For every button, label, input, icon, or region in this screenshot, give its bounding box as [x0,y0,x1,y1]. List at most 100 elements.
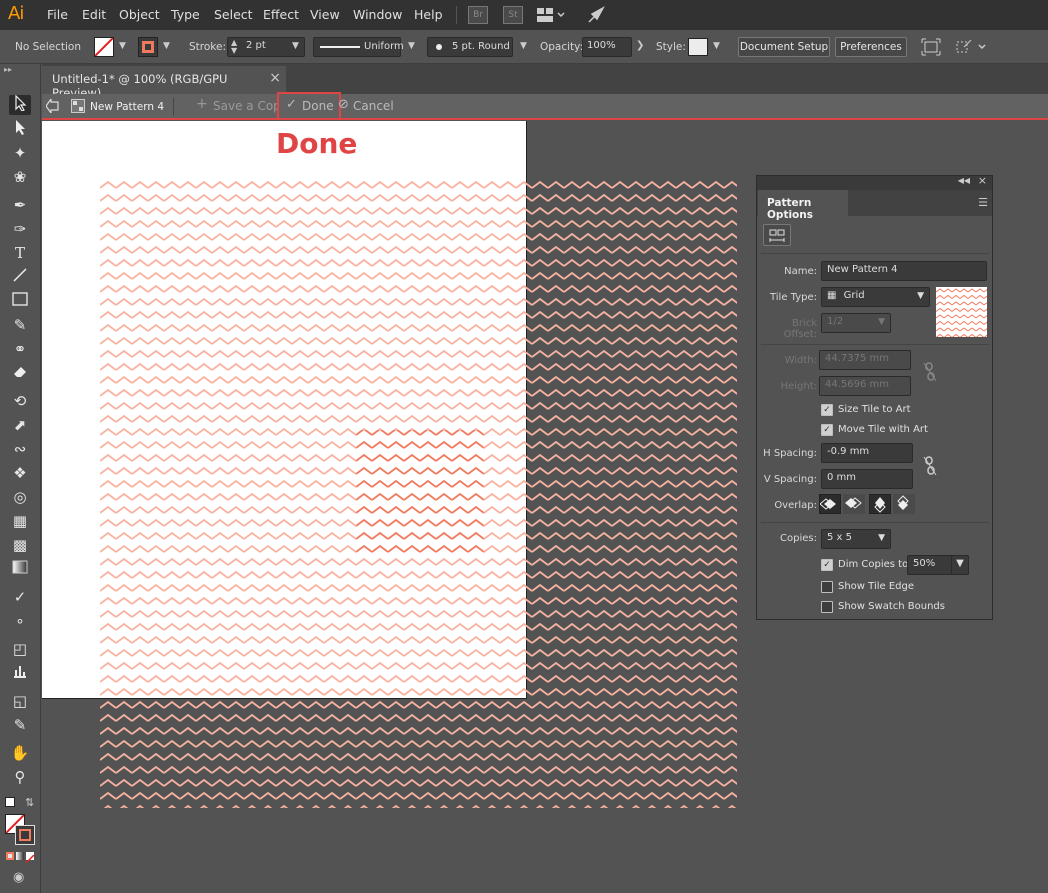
back-arrow-icon[interactable] [45,97,60,116]
menu-type[interactable]: Type [171,7,200,22]
link-dimensions-icon[interactable] [923,362,937,385]
draw-mode-icon[interactable]: ◉ [13,870,24,885]
stroke-color-icon[interactable] [15,825,35,845]
symbol-sprayer-tool-icon[interactable]: ◰ [9,639,31,659]
preferences-button[interactable]: Preferences [835,37,907,57]
collapse-toolbar-icon[interactable]: ▸▸ [4,65,12,74]
rotate-tool-icon[interactable]: ⟲ [9,391,31,411]
overlap-bottom-front-icon[interactable] [893,494,915,514]
menu-view[interactable]: View [310,7,340,22]
tile-type-dropdown[interactable]: ▦ Grid ▼ [821,287,930,307]
blend-tool-icon[interactable]: ∘ [9,611,31,631]
curvature-tool-icon[interactable]: ✑ [9,219,31,239]
panel-tab-pattern-options[interactable]: Pattern Options [758,190,848,221]
width-tool-icon[interactable]: ∾ [9,439,31,459]
link-spacing-icon[interactable] [923,456,937,479]
default-colors-icon[interactable] [5,797,15,807]
move-tile-with-art-checkbox[interactable]: ✓ [821,424,833,436]
save-a-copy-button[interactable]: Save a Copy [213,99,277,113]
profile-dropdown-icon[interactable]: ▼ [408,41,415,51]
menu-help[interactable]: Help [414,7,443,22]
collapse-panel-icon[interactable]: ◀◀ [958,176,970,185]
type-tool-icon[interactable]: T [9,243,31,263]
dim-copies-chevron-icon[interactable]: ▼ [951,555,969,575]
shape-builder-tool-icon[interactable]: ◎ [9,487,31,507]
opacity-arrow-icon[interactable]: ❯ [636,40,644,51]
brick-offset-dropdown[interactable]: 1/2 ▼ [821,313,891,333]
gradient-mode-icon[interactable] [16,852,24,860]
magic-wand-tool-icon[interactable]: ✦ [9,143,31,163]
column-graph-tool-icon[interactable] [9,663,31,683]
rocket-icon[interactable] [586,5,606,28]
stroke-weight-dropdown-icon[interactable]: ▼ [292,41,299,51]
stroke-swatch[interactable] [138,37,158,57]
document-tab[interactable]: Untitled-1* @ 100% (RGB/GPU Preview) × [42,66,286,100]
pattern-tile-tool-button[interactable] [763,224,791,246]
stock-button[interactable]: St [503,6,523,24]
align-to-selection-icon[interactable] [921,38,941,59]
h-spacing-field[interactable]: -0.9 mm [821,443,913,463]
direct-selection-tool-icon[interactable] [9,119,31,139]
menu-file[interactable]: File [47,7,68,22]
free-transform-tool-icon[interactable]: ❖ [9,463,31,483]
menu-window[interactable]: Window [353,7,402,22]
size-tile-to-art-checkbox[interactable]: ✓ [821,404,833,416]
panel-menu-icon[interactable]: ☰ [978,196,988,209]
close-panel-icon[interactable]: × [978,174,987,187]
bridge-button[interactable]: Br [468,6,488,24]
perspective-grid-tool-icon[interactable]: ▦ [9,511,31,531]
slice-tool-icon[interactable]: ✎ [9,715,31,735]
swap-colors-icon[interactable]: ⇅ [25,796,34,809]
style-dropdown-icon[interactable]: ▼ [713,41,720,51]
paintbrush-tool-icon[interactable]: ✎ [9,315,31,335]
show-swatch-bounds-checkbox[interactable] [821,601,833,613]
scale-tool-icon[interactable]: ⬈ [9,415,31,435]
menu-effect[interactable]: Effect [263,7,299,22]
rectangle-tool-icon[interactable] [9,291,31,311]
overlap-top-front-icon[interactable] [869,494,891,514]
selection-tool-icon[interactable] [9,94,31,115]
blob-brush-tool-icon[interactable]: ⚭ [9,339,31,359]
width-field[interactable]: 44.7375 mm [819,350,911,370]
fill-swatch[interactable] [94,37,114,57]
none-mode-icon[interactable] [25,852,35,864]
transform-icon[interactable] [954,38,990,59]
zoom-tool-icon[interactable]: ⚲ [9,767,31,787]
copies-dropdown[interactable]: 5 x 5 ▼ [821,529,891,549]
artboard-tool-icon[interactable]: ◱ [9,691,31,711]
menu-select[interactable]: Select [214,7,253,22]
stroke-stepper-icon[interactable]: ▲ ▼ [231,39,237,55]
brush-definition[interactable]: 5 pt. Round [427,37,513,57]
workspace-layout-icon[interactable] [537,7,567,26]
stroke-label[interactable]: Stroke: [189,41,226,53]
fill-dropdown-icon[interactable]: ▼ [119,41,126,51]
pen-tool-icon[interactable]: ✒ [9,195,31,215]
hand-tool-icon[interactable]: ✋ [9,743,31,763]
gradient-tool-icon[interactable] [9,559,31,579]
menu-edit[interactable]: Edit [82,7,106,22]
show-tile-edge-checkbox[interactable] [821,581,833,593]
lasso-tool-icon[interactable]: ❀ [9,167,31,187]
done-button[interactable]: ✓ Done [277,92,341,120]
dim-copies-checkbox[interactable]: ✓ [821,559,833,571]
pattern-tile[interactable] [356,430,484,556]
line-tool-icon[interactable] [9,267,31,287]
variable-width-profile[interactable]: Uniform [313,37,404,57]
pattern-name-field[interactable]: New Pattern 4 [821,261,987,281]
eraser-tool-icon[interactable] [9,363,31,383]
cancel-button[interactable]: Cancel [353,99,394,113]
overlap-left-front-icon[interactable] [819,494,841,514]
overlap-right-front-icon[interactable] [843,494,865,514]
mesh-tool-icon[interactable]: ▩ [9,535,31,555]
menu-object[interactable]: Object [119,7,160,22]
stroke-dropdown-icon[interactable]: ▼ [163,41,170,51]
eyedropper-tool-icon[interactable]: ✓ [9,587,31,607]
opacity-field[interactable]: 100% [582,37,632,57]
document-setup-button[interactable]: Document Setup [738,37,830,57]
opacity-label[interactable]: Opacity: [540,41,583,53]
v-spacing-field[interactable]: 0 mm [821,469,913,489]
height-field[interactable]: 44.5696 mm [819,376,911,396]
brush-dropdown-icon[interactable]: ▼ [520,41,527,51]
style-swatch[interactable] [688,38,708,56]
color-mode-icon[interactable] [6,852,14,860]
